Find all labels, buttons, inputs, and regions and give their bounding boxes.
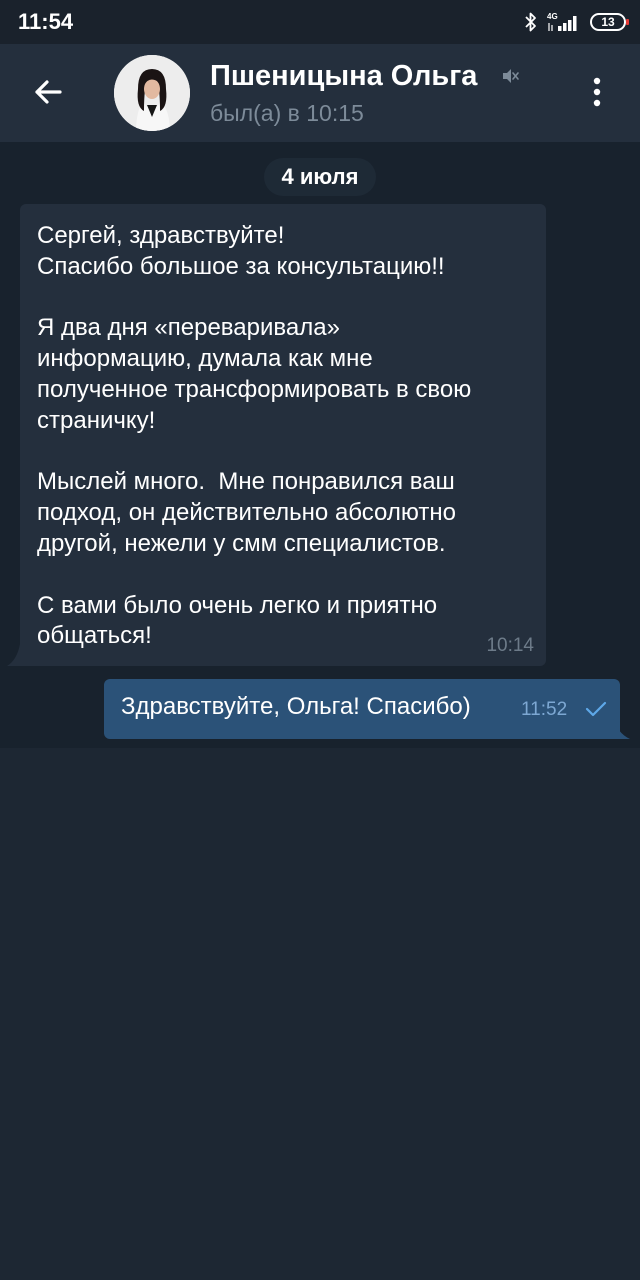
status-bar: 11:54 4G 13: [0, 0, 640, 44]
bluetooth-icon: [525, 12, 536, 32]
battery-level: 13: [601, 15, 615, 29]
message-time: 11:52: [521, 699, 568, 720]
message-text: Сергей, здравствуйте! Спасибо большое за…: [37, 222, 472, 650]
avatar[interactable]: [114, 55, 190, 131]
message-time: 10:14: [486, 635, 534, 656]
status-time: 11:54: [18, 9, 74, 34]
empty-chat-background: [0, 748, 640, 1280]
last-seen-status: был(а) в 10:15: [210, 100, 364, 126]
status-icons: 4G 13: [524, 10, 629, 34]
message-text: Здравствуйте, Ольга! Спасибо): [121, 693, 471, 720]
battery-tip: [626, 19, 629, 25]
message-list[interactable]: 4 июля Сергей, здравствуйте! Спасибо бол…: [0, 142, 640, 748]
avatar-image: [114, 55, 190, 131]
check-icon: [585, 701, 607, 717]
back-arrow-icon[interactable]: [28, 72, 68, 112]
battery-icon: 13: [590, 13, 629, 31]
contact-name[interactable]: Пшеницына Ольга: [210, 60, 477, 93]
date-label: 4 июля: [281, 164, 359, 189]
signal-icon: 4G: [547, 12, 577, 31]
more-vert-icon[interactable]: [583, 72, 611, 112]
network-type-label: 4G: [547, 12, 558, 21]
incoming-message[interactable]: Сергей, здравствуйте! Спасибо большое за…: [20, 204, 546, 666]
outgoing-message[interactable]: Здравствуйте, Ольга! Спасибо) 11:52: [104, 679, 620, 739]
chat-header: Пшеницына Ольга был(а) в 10:15: [0, 44, 640, 142]
mute-icon: [503, 69, 519, 83]
outgoing-bubble-tail: [613, 717, 630, 739]
incoming-bubble-tail: [7, 644, 20, 666]
date-separator: 4 июля: [264, 158, 376, 196]
